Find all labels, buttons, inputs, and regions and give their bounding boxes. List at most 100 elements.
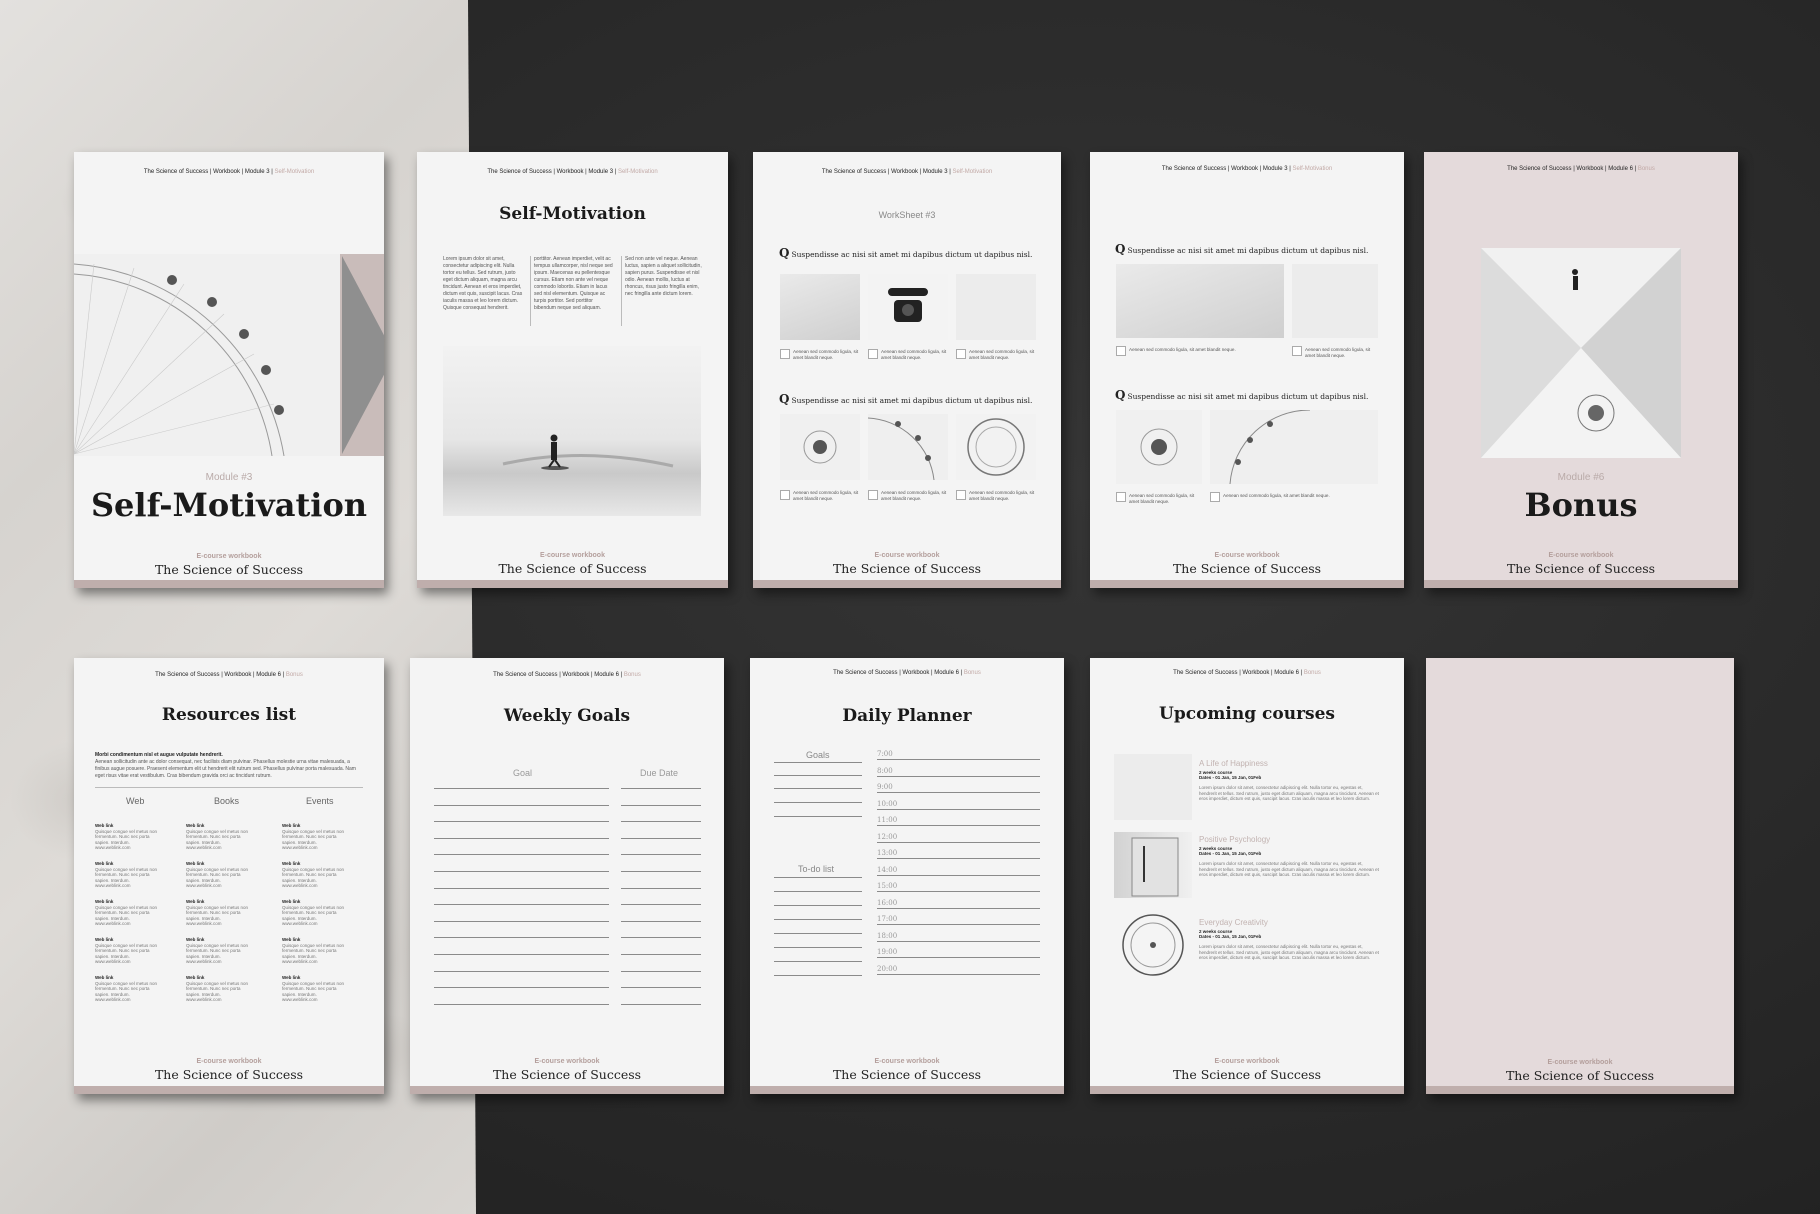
goal-line[interactable]	[434, 837, 609, 839]
resource-item-url[interactable]: www.weblink.com	[282, 997, 318, 1002]
checkbox[interactable]	[1116, 346, 1126, 356]
due-date-line[interactable]	[621, 854, 701, 856]
time-slot-line[interactable]	[877, 775, 1040, 777]
time-slot-line[interactable]	[877, 924, 1040, 925]
planner-left-line[interactable]	[774, 775, 862, 776]
resource-item-url[interactable]: www.weblink.com	[95, 883, 131, 888]
time-slot-line[interactable]	[877, 940, 1040, 942]
course-3-name: Everyday Creativity	[1199, 918, 1268, 927]
due-date-line[interactable]	[621, 821, 701, 823]
planner-left-line[interactable]	[774, 961, 862, 962]
checkbox[interactable]	[956, 490, 966, 500]
due-date-line[interactable]	[621, 954, 701, 955]
due-date-line[interactable]	[621, 937, 701, 939]
resource-item-url[interactable]: www.weblink.com	[186, 883, 222, 888]
goal-line[interactable]	[434, 1003, 609, 1005]
resource-item-title[interactable]: Web link	[282, 823, 300, 828]
checkbox[interactable]	[780, 490, 790, 500]
resource-item-url[interactable]: www.weblink.com	[282, 921, 318, 926]
resource-item-url[interactable]: www.weblink.com	[282, 883, 318, 888]
due-date-line[interactable]	[621, 920, 701, 922]
planner-left-line[interactable]	[774, 905, 862, 906]
goal-line[interactable]	[434, 821, 609, 823]
resource-item-title[interactable]: Web link	[95, 975, 113, 980]
planner-left-line[interactable]	[774, 762, 862, 763]
checkbox[interactable]	[780, 349, 790, 359]
resource-item-title[interactable]: Web link	[95, 899, 113, 904]
resource-item-url[interactable]: www.weblink.com	[186, 921, 222, 926]
checkbox[interactable]	[868, 349, 878, 359]
resource-item-title[interactable]: Web link	[186, 899, 204, 904]
time-slot-line[interactable]	[877, 858, 1040, 859]
resource-item-title[interactable]: Web link	[95, 823, 113, 828]
goal-line[interactable]	[434, 920, 609, 922]
course-2-dates-text: Dates - 01 Jan, 15 Jan, 01Feb	[1199, 851, 1262, 856]
goal-line[interactable]	[434, 904, 609, 906]
resource-item-title[interactable]: Web link	[186, 937, 204, 942]
time-slot-line[interactable]	[877, 759, 1040, 760]
due-date-line[interactable]	[621, 788, 701, 789]
due-date-line[interactable]	[621, 970, 701, 972]
resource-item-url[interactable]: www.weblink.com	[282, 959, 318, 964]
time-slot-line[interactable]	[877, 874, 1040, 876]
resource-item-title[interactable]: Web link	[186, 823, 204, 828]
resource-item-url[interactable]: www.weblink.com	[95, 921, 131, 926]
goal-line[interactable]	[434, 804, 609, 806]
due-date-line[interactable]	[621, 1003, 701, 1005]
resource-item-url[interactable]: www.weblink.com	[95, 959, 131, 964]
due-date-line[interactable]	[621, 804, 701, 806]
planner-left-line[interactable]	[774, 788, 862, 789]
course-3-dates-text: Dates - 01 Jan, 15 Jan, 01Feb	[1199, 934, 1262, 939]
time-slot-line[interactable]	[877, 825, 1040, 826]
resource-item-title[interactable]: Web link	[282, 937, 300, 942]
due-date-line[interactable]	[621, 887, 701, 889]
time-slot-line[interactable]	[877, 792, 1040, 793]
checkbox[interactable]	[1210, 492, 1220, 502]
goal-line[interactable]	[434, 987, 609, 989]
planner-left-line[interactable]	[774, 947, 862, 948]
goal-line[interactable]	[434, 937, 609, 939]
checkbox[interactable]	[956, 349, 966, 359]
resource-item-url[interactable]: www.weblink.com	[186, 959, 222, 964]
planner-left-line[interactable]	[774, 802, 862, 803]
resource-item-title[interactable]: Web link	[95, 861, 113, 866]
resource-item-url[interactable]: www.weblink.com	[95, 845, 131, 850]
due-date-line[interactable]	[621, 904, 701, 906]
resource-item-title[interactable]: Web link	[186, 861, 204, 866]
time-slot-line[interactable]	[877, 808, 1040, 810]
goal-line[interactable]	[434, 871, 609, 872]
resource-item: Web link Quisque congue vel metus non fer…	[186, 975, 256, 1003]
resource-item-url[interactable]: www.weblink.com	[95, 997, 131, 1002]
planner-left-line[interactable]	[774, 816, 862, 817]
goal-line[interactable]	[434, 854, 609, 856]
planner-left-line[interactable]	[774, 975, 862, 976]
due-date-line[interactable]	[621, 837, 701, 839]
time-slot-line[interactable]	[877, 957, 1040, 958]
planner-left-line[interactable]	[774, 919, 862, 920]
resource-item-text: Quisque congue vel metus non fermentum. …	[282, 866, 345, 883]
resource-item-url[interactable]: www.weblink.com	[282, 845, 318, 850]
time-slot-line[interactable]	[877, 907, 1040, 909]
checkbox[interactable]	[1292, 346, 1302, 356]
time-slot-line[interactable]	[877, 841, 1040, 843]
resource-item-url[interactable]: www.weblink.com	[186, 997, 222, 1002]
time-slot-line[interactable]	[877, 891, 1040, 892]
goal-line[interactable]	[434, 970, 609, 972]
resource-item-title[interactable]: Web link	[282, 861, 300, 866]
goal-line[interactable]	[434, 954, 609, 955]
due-date-line[interactable]	[621, 871, 701, 872]
resource-item-title[interactable]: Web link	[282, 899, 300, 904]
resource-item-title[interactable]: Web link	[282, 975, 300, 980]
time-slot-line[interactable]	[877, 973, 1040, 975]
due-date-line[interactable]	[621, 987, 701, 989]
resource-item-title[interactable]: Web link	[186, 975, 204, 980]
checkbox[interactable]	[1116, 492, 1126, 502]
goal-line[interactable]	[434, 788, 609, 789]
resource-item-title[interactable]: Web link	[95, 937, 113, 942]
resource-item-url[interactable]: www.weblink.com	[186, 845, 222, 850]
planner-left-line[interactable]	[774, 891, 862, 892]
goal-line[interactable]	[434, 887, 609, 889]
planner-left-line[interactable]	[774, 933, 862, 934]
checkbox[interactable]	[868, 490, 878, 500]
planner-left-line[interactable]	[774, 877, 862, 878]
